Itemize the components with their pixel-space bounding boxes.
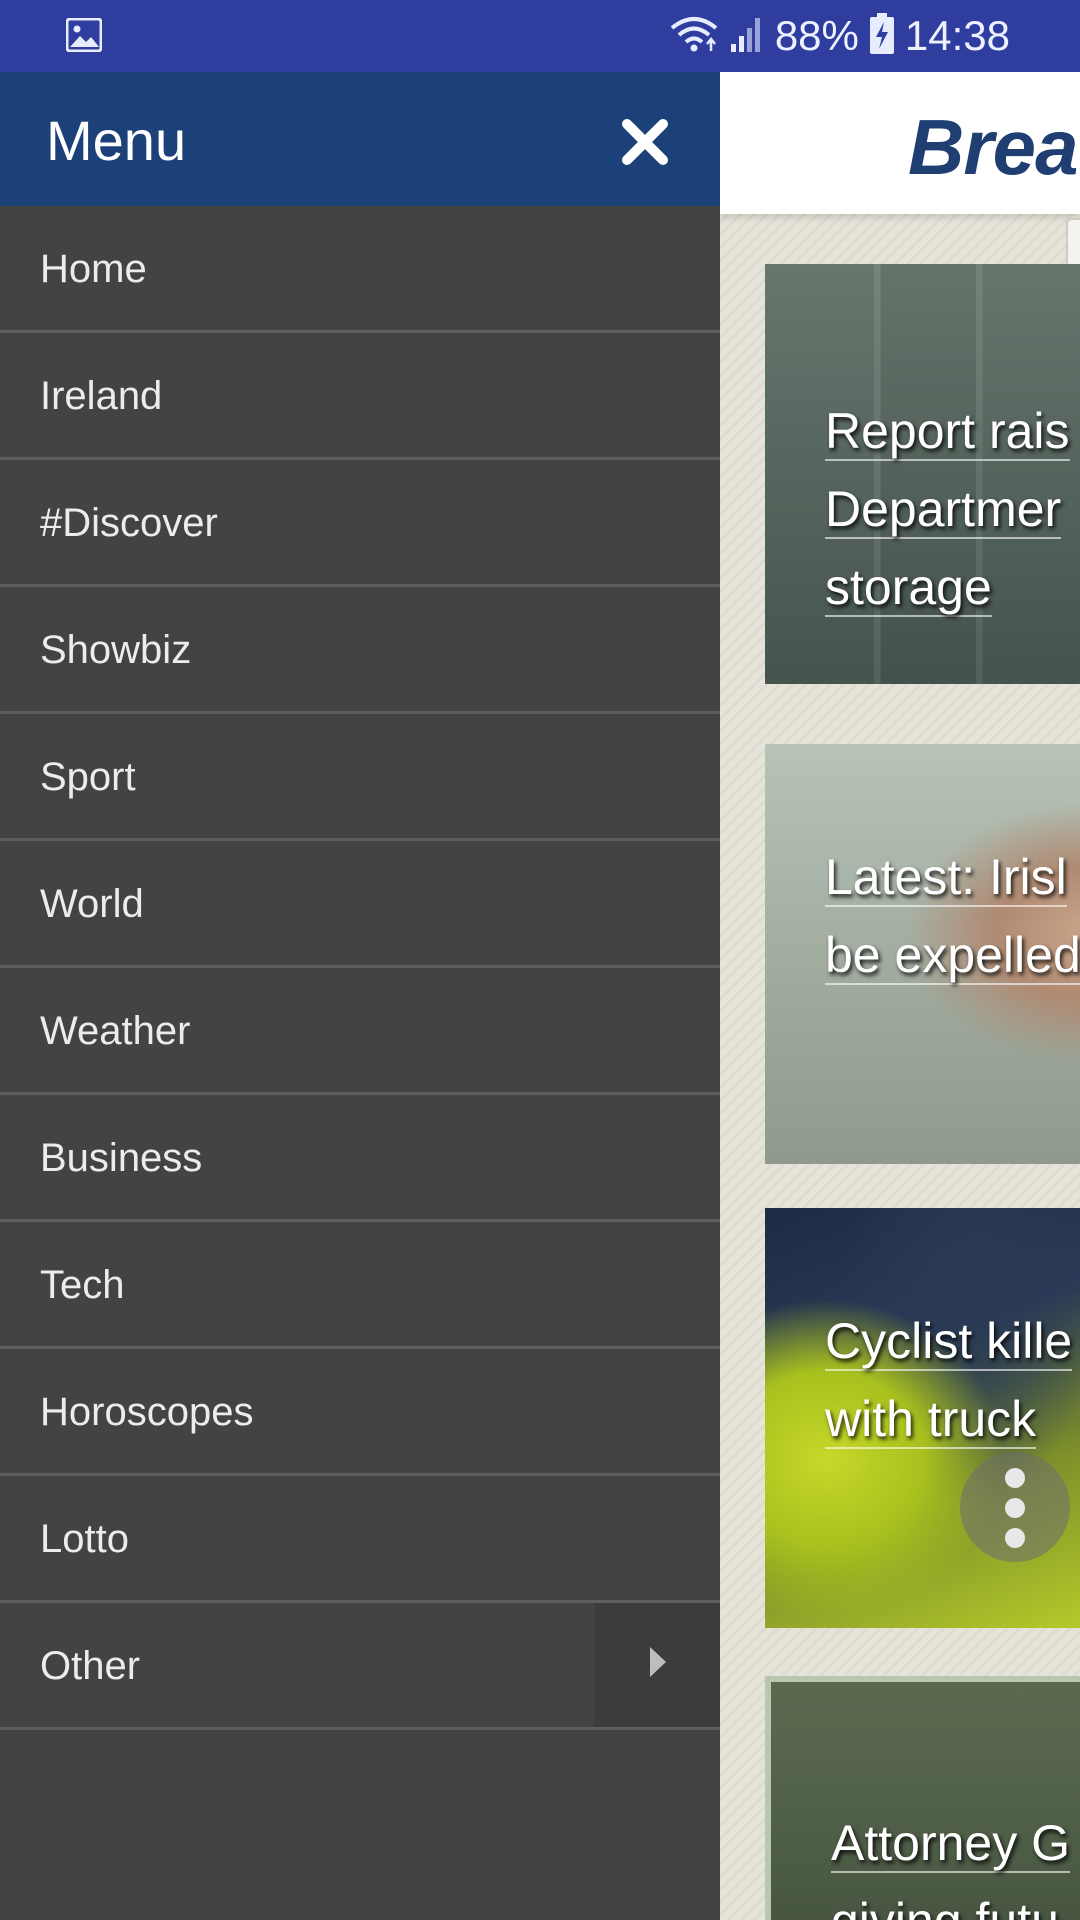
menu-item-ireland[interactable]: Ireland [0,333,720,460]
menu-item-horoscopes[interactable]: Horoscopes [0,1349,720,1476]
menu-item-label: Sport [40,755,136,799]
menu-item-weather[interactable]: Weather [0,968,720,1095]
menu-item-label: Home [40,247,147,291]
clock: 14:38 [904,12,1010,59]
site-logo: Brea [908,103,1078,191]
menu-item-label: Weather [40,1009,191,1053]
battery-percent: 88% [774,12,859,59]
menu-item-world[interactable]: World [0,841,720,968]
menu-item-label: World [40,882,144,926]
article-card[interactable]: Attorney G giving futu [765,1676,1080,1920]
article-card[interactable]: Latest: Irisl be expelled [765,744,1080,1164]
chevron-right-icon [650,1647,666,1677]
menu-item-business[interactable]: Business [0,1095,720,1222]
article-card[interactable]: Report rais Departmer storage [765,264,1080,684]
drawer-title: Menu [46,109,187,172]
close-icon [622,119,668,165]
menu-item-showbiz[interactable]: Showbiz [0,587,720,714]
menu-list: Home Ireland #Discover Showbiz Sport Wor… [0,206,720,1730]
battery-charging-icon [869,12,895,60]
more-options-button[interactable] [960,1452,1070,1562]
dot-icon [1005,1498,1025,1518]
article-headline[interactable]: Attorney G giving futu [831,1804,1080,1920]
menu-item-label: Business [40,1136,203,1180]
status-icons: 88% 14:38 [669,12,1010,60]
background-page: Brea Report rais Departmer storage Lates… [720,72,1080,1920]
menu-item-label: Horoscopes [40,1390,254,1434]
article-headline[interactable]: Latest: Irisl be expelled [825,838,1080,994]
drawer-header: Menu [0,72,720,206]
navigation-drawer: Menu Home Ireland #Discover Showbiz Spor… [0,72,720,1920]
menu-item-label: #Discover [40,501,218,545]
article-card[interactable]: Cyclist kille with truck [765,1208,1080,1628]
dot-icon [1005,1528,1025,1548]
status-bar: 88% 14:38 [0,0,1080,72]
wifi-icon [669,14,719,59]
gallery-icon [65,17,103,53]
article-headline[interactable]: Report rais Departmer storage [825,392,1080,626]
dot-icon [1005,1468,1025,1488]
menu-item-label: Lotto [40,1517,129,1561]
article-headline[interactable]: Cyclist kille with truck [825,1302,1080,1458]
menu-item-label: Ireland [40,374,163,418]
menu-item-label: Tech [40,1263,125,1307]
expand-submenu-button[interactable] [594,1603,720,1727]
menu-item-label: Showbiz [40,628,192,672]
menu-item-other[interactable]: Other [0,1603,720,1730]
menu-item-discover[interactable]: #Discover [0,460,720,587]
signal-icon [729,14,765,59]
site-header: Brea [720,72,1080,214]
menu-item-sport[interactable]: Sport [0,714,720,841]
menu-item-home[interactable]: Home [0,206,720,333]
menu-item-label: Other [40,1644,141,1688]
menu-item-lotto[interactable]: Lotto [0,1476,720,1603]
close-button[interactable] [600,102,690,182]
menu-item-tech[interactable]: Tech [0,1222,720,1349]
